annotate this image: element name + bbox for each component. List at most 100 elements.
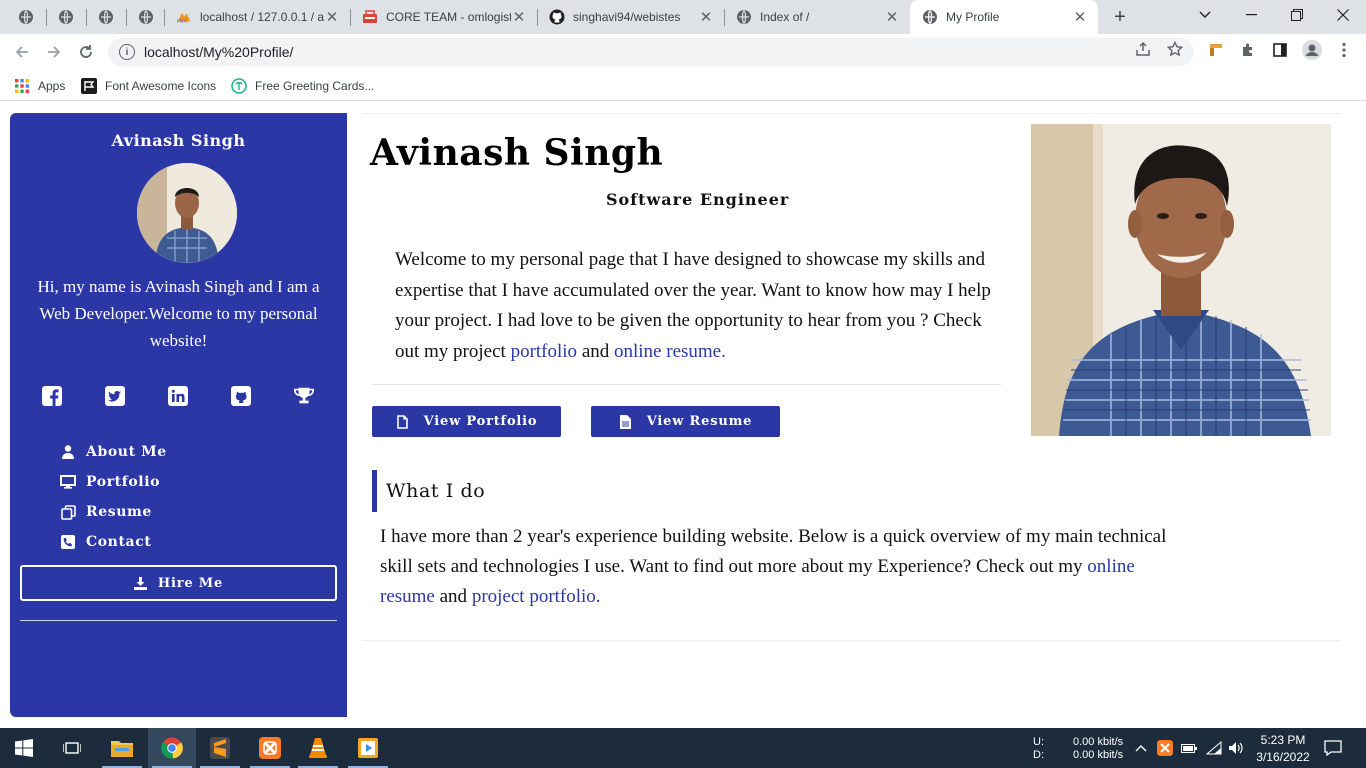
bookmark-greeting-cards[interactable]: Free Greeting Cards... bbox=[231, 76, 374, 96]
sidebar-nav: About Me Portfolio Resume Contact bbox=[60, 437, 167, 557]
what-i-do-body: I have more than 2 year's experience bui… bbox=[380, 526, 1167, 577]
profile-avatar-icon[interactable] bbox=[1302, 40, 1322, 60]
file-text-icon bbox=[619, 414, 633, 429]
greeting-cards-icon bbox=[231, 78, 247, 94]
bookmark-star-icon[interactable] bbox=[1166, 40, 1184, 58]
hire-me-label: Hire Me bbox=[157, 575, 224, 591]
phone-icon bbox=[60, 534, 76, 550]
nav-label: About Me bbox=[86, 444, 167, 460]
section-divider bbox=[372, 384, 1001, 385]
portfolio-link[interactable]: portfolio bbox=[511, 341, 578, 362]
nav-about-me[interactable]: About Me bbox=[60, 437, 167, 467]
tab-title: My Profile bbox=[946, 10, 1000, 24]
tab-2[interactable] bbox=[46, 0, 80, 34]
job-title: Software Engineer bbox=[606, 190, 790, 209]
taskbar-xampp[interactable] bbox=[246, 728, 294, 768]
nav-contact[interactable]: Contact bbox=[60, 527, 167, 557]
wifi-icon[interactable] bbox=[1206, 740, 1222, 756]
taskbar-file-explorer[interactable] bbox=[98, 728, 146, 768]
tab-index[interactable]: Index of / ✕ bbox=[724, 0, 910, 34]
clock-date[interactable]: 3/16/2022 bbox=[1252, 750, 1314, 764]
tab-github[interactable]: singhavi94/webistes ✕ bbox=[537, 0, 724, 34]
web-page: Avinash Singh Hi, my name is Avinash Sin… bbox=[0, 102, 1366, 728]
site-info-icon[interactable]: i bbox=[119, 44, 135, 60]
start-button[interactable] bbox=[0, 728, 48, 768]
copy-icon bbox=[60, 504, 76, 520]
xampp-tray-icon[interactable] bbox=[1157, 740, 1173, 756]
notifications-icon[interactable] bbox=[1324, 739, 1342, 757]
view-resume-label: View Resume bbox=[646, 414, 753, 429]
tab-title: localhost / 127.0.0.1 / a bbox=[200, 10, 324, 24]
address-bar[interactable]: i localhost/My%20Profile/ bbox=[108, 38, 1194, 66]
tab-1[interactable] bbox=[6, 0, 40, 34]
sidebar-intro: Hi, my name is Avinash Singh and I am a … bbox=[37, 277, 320, 350]
github-icon[interactable] bbox=[230, 385, 252, 407]
project-portfolio-link[interactable]: project portfolio. bbox=[472, 586, 601, 607]
globe-icon bbox=[138, 9, 154, 25]
net-up-label: U: bbox=[1033, 736, 1044, 748]
facebook-icon[interactable] bbox=[41, 385, 63, 407]
close-tab-icon[interactable]: ✕ bbox=[1072, 9, 1088, 26]
nav-label: Portfolio bbox=[86, 474, 161, 490]
net-up-speed: 0.00 kbit/s bbox=[1073, 736, 1124, 748]
task-view-button[interactable] bbox=[48, 728, 96, 768]
close-tab-icon[interactable]: ✕ bbox=[698, 9, 714, 26]
taskbar-vlc[interactable] bbox=[294, 728, 342, 768]
chevron-up-icon[interactable] bbox=[1133, 740, 1149, 756]
linkedin-icon[interactable] bbox=[167, 385, 189, 407]
tab-my-profile[interactable]: My Profile ✕ bbox=[910, 0, 1098, 34]
apps-grid-icon bbox=[14, 78, 30, 94]
tab-phpmyadmin[interactable]: PMA localhost / 127.0.0.1 / a ✕ bbox=[164, 0, 350, 34]
new-tab-button[interactable]: + bbox=[1108, 5, 1132, 29]
tab-4[interactable] bbox=[126, 0, 160, 34]
taskbar-chrome[interactable] bbox=[148, 728, 196, 768]
tab-search-button[interactable] bbox=[1182, 0, 1228, 30]
close-tab-icon[interactable]: ✕ bbox=[884, 9, 900, 26]
restore-button[interactable] bbox=[1274, 0, 1320, 30]
net-down-label: D: bbox=[1033, 749, 1044, 761]
phpmyadmin-icon: PMA bbox=[176, 9, 192, 25]
browser-menu-icon[interactable] bbox=[1334, 40, 1354, 60]
address-url[interactable]: localhost/My%20Profile/ bbox=[144, 44, 293, 60]
battery-icon[interactable] bbox=[1181, 740, 1197, 756]
desktop-icon bbox=[60, 474, 76, 490]
extensions-puzzle-icon[interactable] bbox=[1238, 40, 1258, 60]
online-resume-link[interactable]: online resume. bbox=[614, 341, 726, 362]
what-i-do-accent-bar bbox=[372, 470, 377, 512]
view-portfolio-button[interactable]: View Portfolio bbox=[372, 406, 561, 437]
clock-time[interactable]: 5:23 PM bbox=[1260, 733, 1306, 747]
file-icon bbox=[396, 414, 410, 429]
reload-button[interactable] bbox=[74, 40, 98, 64]
close-window-button[interactable] bbox=[1320, 0, 1366, 30]
view-resume-button[interactable]: View Resume bbox=[591, 406, 780, 437]
nav-label: Resume bbox=[86, 504, 152, 520]
minimize-button[interactable] bbox=[1228, 0, 1274, 30]
nav-portfolio[interactable]: Portfolio bbox=[60, 467, 167, 497]
globe-icon bbox=[98, 9, 114, 25]
tab-title: CORE TEAM - omlogist bbox=[386, 10, 511, 24]
extension-icon[interactable] bbox=[1206, 40, 1226, 60]
side-panel-icon[interactable] bbox=[1270, 40, 1290, 60]
close-tab-icon[interactable]: ✕ bbox=[324, 9, 340, 26]
taskbar-sublime-text[interactable] bbox=[196, 728, 244, 768]
profile-main: Avinash Singh Software Engineer Welcome … bbox=[362, 113, 1341, 641]
bookmark-label: Free Greeting Cards... bbox=[255, 79, 375, 93]
twitter-icon[interactable] bbox=[104, 385, 126, 407]
close-tab-icon[interactable]: ✕ bbox=[511, 9, 527, 26]
nav-resume[interactable]: Resume bbox=[60, 497, 167, 527]
bookmark-apps[interactable]: Apps bbox=[14, 76, 65, 96]
tab-3[interactable] bbox=[86, 0, 120, 34]
hire-me-button[interactable]: Hire Me bbox=[20, 565, 337, 601]
trophy-icon[interactable] bbox=[293, 385, 315, 407]
globe-icon bbox=[58, 9, 74, 25]
share-icon[interactable] bbox=[1134, 40, 1152, 58]
forward-button[interactable] bbox=[42, 40, 66, 64]
back-button[interactable] bbox=[10, 40, 34, 64]
tab-title: Index of / bbox=[760, 10, 810, 24]
profile-avatar bbox=[137, 163, 237, 263]
bookmark-font-awesome[interactable]: Font Awesome Icons bbox=[81, 76, 216, 96]
tab-core-team[interactable]: CORE TEAM - omlogist ✕ bbox=[350, 0, 537, 34]
browser-tab-bar: PMA localhost / 127.0.0.1 / a ✕ CORE TEA… bbox=[0, 0, 1366, 34]
taskbar-media-player[interactable] bbox=[344, 728, 392, 768]
volume-icon[interactable] bbox=[1228, 740, 1244, 756]
